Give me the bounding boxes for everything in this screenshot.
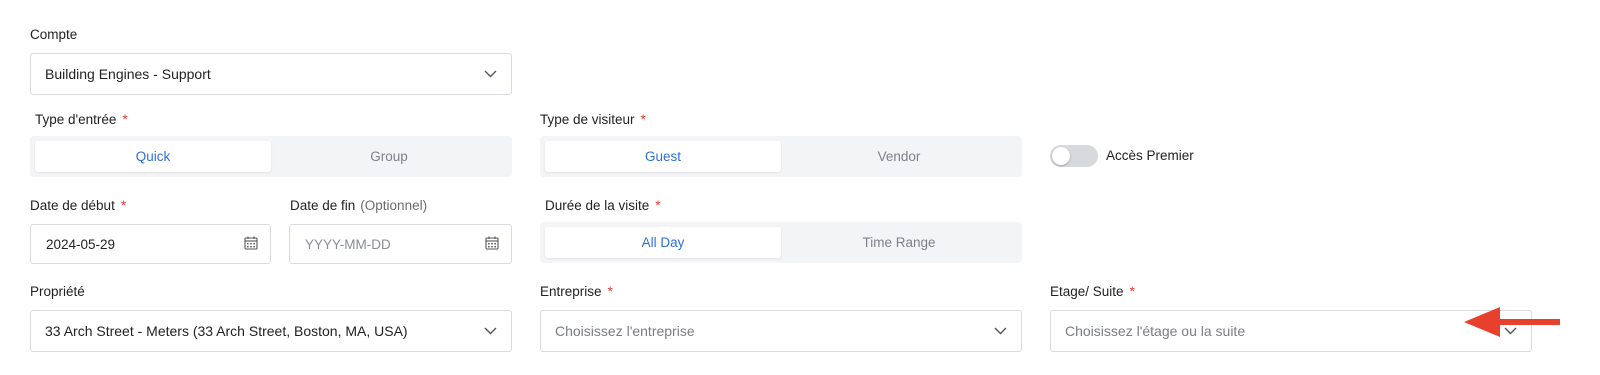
- date-fin-label: Date de fin (Optionnel): [290, 198, 427, 213]
- toggle-knob: [1052, 147, 1070, 165]
- type-visiteur-option-guest[interactable]: Guest: [545, 141, 781, 172]
- required-mark: *: [1129, 284, 1135, 299]
- date-debut-label: Date de début *: [30, 198, 126, 213]
- duree-visite-segmented: All Day Time Range: [540, 222, 1022, 263]
- type-visiteur-label-text: Type de visiteur: [540, 112, 635, 127]
- acces-premier-label: Accès Premier: [1106, 148, 1194, 163]
- required-mark: *: [120, 198, 127, 213]
- date-fin-input[interactable]: YYYY-MM-DD: [289, 224, 512, 264]
- chevron-down-icon: [993, 324, 1007, 338]
- compte-label: Compte: [30, 27, 77, 42]
- duree-visite-label: Durée de la visite *: [545, 198, 661, 213]
- etage-suite-label: Etage/ Suite *: [1050, 284, 1135, 299]
- required-mark: *: [607, 284, 613, 299]
- calendar-icon[interactable]: [244, 236, 258, 253]
- type-entree-option-group[interactable]: Group: [271, 141, 507, 172]
- propriete-label: Propriété: [30, 284, 85, 299]
- type-visiteur-segmented: Guest Vendor: [540, 136, 1022, 177]
- date-fin-placeholder: YYYY-MM-DD: [305, 236, 391, 252]
- chevron-down-icon: [483, 67, 497, 81]
- annotation-arrow-icon: [1464, 307, 1560, 337]
- chevron-down-icon: [483, 324, 497, 338]
- duree-visite-option-time-range[interactable]: Time Range: [781, 227, 1017, 258]
- calendar-icon[interactable]: [485, 236, 499, 253]
- acces-premier-toggle[interactable]: [1050, 145, 1098, 167]
- type-entree-label-text: Type d'entrée: [35, 112, 117, 127]
- optional-text: (Optionnel): [360, 198, 428, 213]
- compte-label-text: Compte: [30, 27, 78, 42]
- entreprise-label-text: Entreprise: [540, 284, 602, 299]
- required-mark: *: [640, 112, 646, 127]
- type-visiteur-option-vendor[interactable]: Vendor: [781, 141, 1017, 172]
- propriete-label-text: Propriété: [30, 284, 85, 299]
- type-entree-segmented: Quick Group: [30, 136, 512, 177]
- required-mark: *: [122, 112, 128, 127]
- duree-visite-option-all-day[interactable]: All Day: [545, 227, 781, 258]
- type-visiteur-label: Type de visiteur *: [540, 112, 646, 127]
- propriete-select-value: 33 Arch Street - Meters (33 Arch Street,…: [45, 323, 408, 339]
- entreprise-select[interactable]: Choisissez l'entreprise: [540, 310, 1022, 352]
- compte-select-value: Building Engines - Support: [45, 66, 211, 82]
- entreprise-placeholder: Choisissez l'entreprise: [555, 323, 695, 339]
- duree-visite-label-text: Durée de la visite: [545, 198, 650, 213]
- etage-suite-select[interactable]: Choisissez l'étage ou la suite: [1050, 310, 1532, 352]
- entreprise-label: Entreprise *: [540, 284, 613, 299]
- required-mark: *: [655, 198, 661, 213]
- etage-suite-label-text: Etage/ Suite: [1050, 284, 1124, 299]
- date-debut-input[interactable]: 2024-05-29: [30, 224, 271, 264]
- date-debut-value: 2024-05-29: [46, 236, 116, 252]
- type-entree-option-quick[interactable]: Quick: [35, 141, 271, 172]
- propriete-select[interactable]: 33 Arch Street - Meters (33 Arch Street,…: [30, 310, 512, 352]
- date-fin-label-text: Date de fin: [290, 198, 356, 213]
- etage-suite-placeholder: Choisissez l'étage ou la suite: [1065, 323, 1246, 339]
- date-debut-label-text: Date de début: [30, 198, 115, 213]
- type-entree-label: Type d'entrée *: [35, 112, 128, 127]
- compte-select[interactable]: Building Engines - Support: [30, 53, 512, 95]
